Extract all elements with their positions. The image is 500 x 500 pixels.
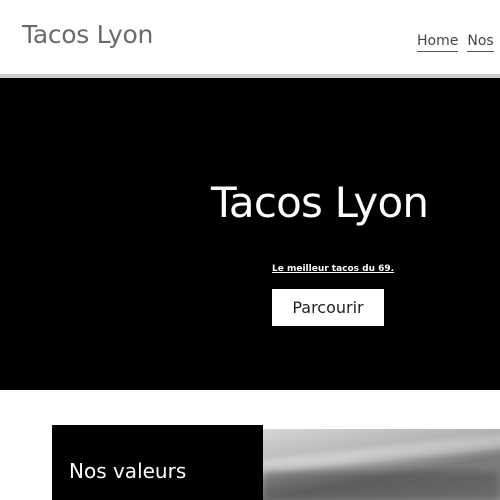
nav-link-home[interactable]: Home xyxy=(417,33,459,52)
nav-link-nos[interactable]: Nos xyxy=(467,33,494,52)
image-highlight xyxy=(263,433,500,475)
site-header: Tacos Lyon Home Nos xyxy=(0,0,500,74)
values-title: Nos valeurs xyxy=(69,459,187,483)
site-title[interactable]: Tacos Lyon xyxy=(22,20,153,49)
browse-button[interactable]: Parcourir xyxy=(272,289,384,326)
values-card: Nos valeurs xyxy=(52,425,263,500)
hero-title: Tacos Lyon xyxy=(211,178,429,227)
image-shadow xyxy=(263,471,500,500)
hero-banner: Tacos Lyon Le meilleur tacos du 69. Parc… xyxy=(0,78,500,390)
main-nav: Home Nos xyxy=(417,30,500,52)
hero-tagline-link[interactable]: Le meilleur tacos du 69. xyxy=(272,264,394,274)
values-image xyxy=(263,429,500,500)
